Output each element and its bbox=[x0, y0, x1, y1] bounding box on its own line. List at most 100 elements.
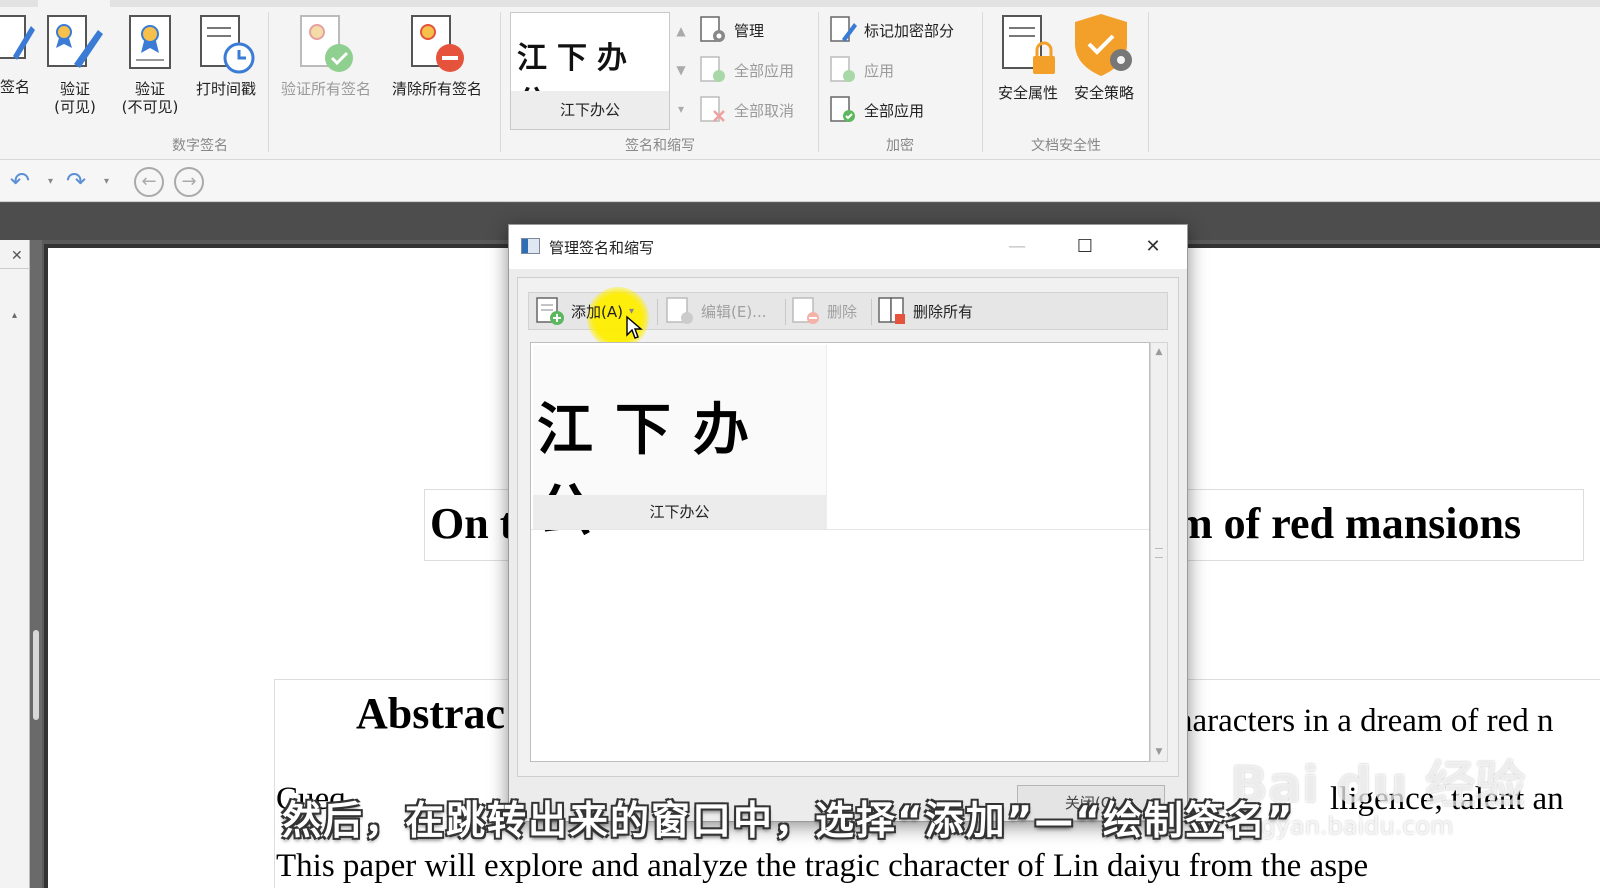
close-panel-icon[interactable]: ✕ bbox=[11, 248, 23, 264]
undo-dropdown-icon[interactable]: ▾ bbox=[48, 176, 53, 187]
gallery-down-icon[interactable]: ▼ bbox=[672, 51, 690, 90]
side-panel: ✕ ▴ bbox=[0, 240, 30, 888]
back-icon[interactable]: ← bbox=[134, 167, 164, 197]
ribbon-separator bbox=[1148, 12, 1149, 152]
close-icon[interactable]: ✕ bbox=[1131, 233, 1175, 261]
manage-signatures-dialog: 管理签名和缩写 — ☐ ✕ 添加(A) ▾ 编辑(E)... 删除 删除所有 江… bbox=[508, 224, 1188, 822]
doc-title-right: m of red mansions bbox=[1176, 499, 1522, 548]
verify-visible-sublabel: (可见) bbox=[54, 98, 96, 116]
verify-all-icon bbox=[300, 15, 353, 72]
redo-dropdown-icon[interactable]: ▾ bbox=[104, 176, 109, 187]
timestamp-button[interactable]: 打时间戳 bbox=[188, 12, 264, 98]
clear-all-label: 清除所有签名 bbox=[391, 80, 482, 98]
abstract-heading: Abstrac bbox=[356, 689, 506, 738]
clock-document-icon bbox=[200, 15, 255, 74]
panel-divider bbox=[0, 268, 30, 269]
apply-check-icon bbox=[700, 56, 725, 82]
list-scrollbar[interactable]: ▲ ▼ bbox=[1150, 342, 1168, 762]
apply-button[interactable]: 应用 bbox=[828, 52, 894, 88]
security-policy-button[interactable]: 安全策略 bbox=[1066, 12, 1142, 102]
maximize-icon[interactable]: ☐ bbox=[1063, 233, 1107, 261]
manage-label: 管理 bbox=[734, 21, 765, 40]
ribbon: 签名 验证 (可见) 验证 (不可见) 打时间戳 验证所有签名 清除所有签名 数… bbox=[0, 0, 1600, 160]
dialog-body: 添加(A) ▾ 编辑(E)... 删除 删除所有 江下办 江下办公 ▲ ▼ bbox=[517, 277, 1179, 777]
security-properties-button[interactable]: 安全属性 bbox=[990, 12, 1066, 102]
video-subtitle: 然后，在跳转出来的窗口中，选择“添加”—“绘制签名” bbox=[282, 799, 1295, 844]
gallery-up-icon[interactable]: ▲ bbox=[672, 12, 690, 51]
toolbar-separator bbox=[657, 299, 658, 325]
forward-icon[interactable]: → bbox=[174, 167, 204, 197]
scroll-down-icon[interactable]: ▼ bbox=[1151, 747, 1167, 757]
security-properties-label: 安全属性 bbox=[997, 84, 1058, 102]
abstract-text-right: haracters in a dream of red n bbox=[1176, 703, 1554, 739]
delete-all-button[interactable]: 删除所有 bbox=[877, 296, 973, 326]
verify-invisible-icon bbox=[129, 15, 171, 69]
verify-invisible-sublabel: (不可见) bbox=[121, 98, 179, 116]
delete-icon bbox=[792, 297, 819, 324]
verify-invisible-label: 验证 bbox=[134, 80, 165, 98]
group-label-digital-signature: 数字签名 bbox=[172, 138, 228, 154]
quick-access-toolbar: ↶ ▾ ↷ ▾ ← → bbox=[0, 160, 1600, 202]
sign-pen-icon bbox=[0, 15, 35, 60]
manage-button[interactable]: 管理 bbox=[698, 12, 764, 48]
lock-document-icon bbox=[1002, 15, 1055, 74]
toolbar-separator bbox=[785, 299, 786, 325]
minimize-icon[interactable]: — bbox=[995, 233, 1039, 261]
scroll-grip[interactable] bbox=[1155, 548, 1163, 558]
apply-label: 应用 bbox=[864, 61, 895, 80]
gallery-signature-name: 江下办公 bbox=[511, 91, 669, 129]
dialog-titlebar[interactable]: 管理签名和缩写 — ☐ ✕ bbox=[509, 225, 1187, 269]
signature-gallery[interactable]: 江下办公 江下办公 bbox=[510, 12, 670, 130]
panel-splitter[interactable] bbox=[30, 240, 42, 888]
apply-all-label: 全部应用 bbox=[864, 101, 925, 120]
toolbar-separator bbox=[871, 299, 872, 325]
apply-all-check-icon bbox=[830, 96, 855, 122]
mouse-cursor-icon bbox=[626, 315, 643, 339]
undo-icon[interactable]: ↶ bbox=[10, 168, 30, 194]
delete-all-icon bbox=[878, 297, 905, 324]
security-policy-label: 安全策略 bbox=[1073, 84, 1134, 102]
ribbon-separator bbox=[268, 12, 269, 152]
gallery-more-icon[interactable]: ▾ bbox=[672, 90, 690, 129]
mark-redaction-label: 标记加密部分 bbox=[864, 21, 955, 40]
list-divider bbox=[531, 529, 1149, 530]
verify-visible-label: 验证 bbox=[59, 80, 90, 98]
redo-icon[interactable]: ↷ bbox=[66, 168, 86, 194]
scroll-up-icon[interactable]: ▲ bbox=[1151, 347, 1167, 357]
apply-all-button[interactable]: 全部应用 bbox=[828, 92, 924, 128]
edit-button[interactable]: 编辑(E)... bbox=[665, 296, 767, 326]
group-label-doc-security: 文档安全性 bbox=[1031, 138, 1101, 154]
group-label-encrypt: 加密 bbox=[886, 138, 914, 154]
mark-redaction-button[interactable]: 标记加密部分 bbox=[828, 12, 954, 48]
sign-button[interactable]: 签名 bbox=[0, 12, 40, 96]
cancel-all-button[interactable]: 全部取消 bbox=[698, 92, 794, 128]
verify-visible-icon bbox=[47, 15, 103, 68]
active-tab[interactable] bbox=[38, 0, 110, 7]
edit-icon bbox=[666, 297, 693, 324]
pin-icon[interactable]: ▴ bbox=[12, 310, 17, 321]
dialog-app-icon bbox=[521, 238, 540, 254]
delete-button[interactable]: 删除 bbox=[791, 296, 857, 326]
timestamp-label: 打时间戳 bbox=[195, 80, 256, 98]
verify-invisible-button[interactable]: 验证 (不可见) bbox=[114, 12, 186, 116]
delete-label: 删除 bbox=[827, 302, 858, 321]
add-button[interactable]: 添加(A) ▾ bbox=[535, 296, 634, 326]
gallery-scroll[interactable]: ▲ ▼ ▾ bbox=[672, 12, 690, 130]
apply-all-disabled-button[interactable]: 全部应用 bbox=[698, 52, 794, 88]
ribbon-separator bbox=[818, 12, 819, 152]
remove-signature-icon bbox=[411, 15, 464, 72]
doc-title-left: On t bbox=[430, 499, 515, 548]
verify-visible-button[interactable]: 验证 (可见) bbox=[40, 12, 110, 116]
apply-all-disabled-label: 全部应用 bbox=[734, 61, 795, 80]
clear-all-signatures-button[interactable]: 清除所有签名 bbox=[382, 12, 492, 98]
cancel-all-label: 全部取消 bbox=[734, 101, 795, 120]
splitter-grip[interactable] bbox=[33, 630, 39, 720]
cancel-x-icon bbox=[700, 96, 725, 122]
verify-all-signatures-button[interactable]: 验证所有签名 bbox=[272, 12, 380, 98]
signature-item-name: 江下办公 bbox=[533, 495, 826, 529]
verify-all-label: 验证所有签名 bbox=[280, 80, 371, 98]
ribbon-separator bbox=[500, 12, 501, 152]
signature-list[interactable]: 江下办公 江下办公 bbox=[530, 342, 1150, 762]
signature-item[interactable]: 江下办公 江下办公 bbox=[533, 345, 827, 544]
mark-pen-icon bbox=[830, 16, 857, 42]
